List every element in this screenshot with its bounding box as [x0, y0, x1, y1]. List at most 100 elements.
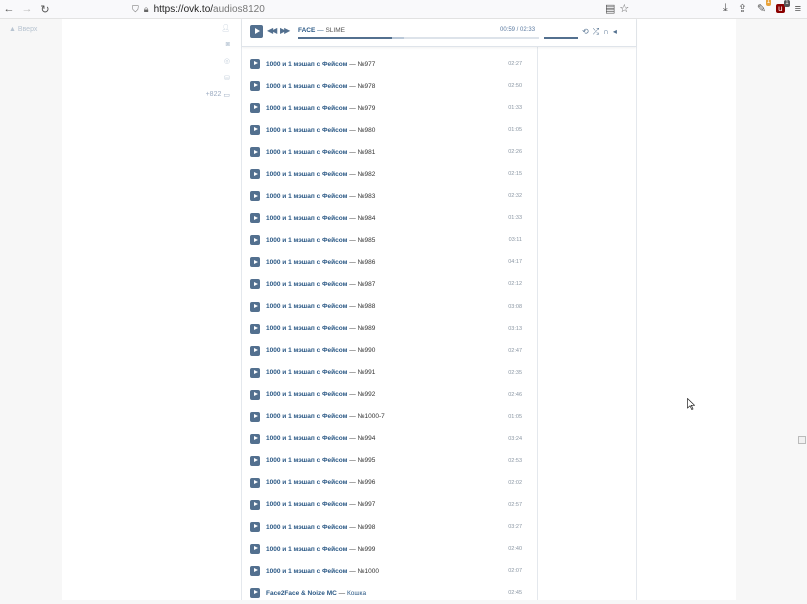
track-artist[interactable]: 1000 и 1 мэшап с Фейсом	[266, 369, 347, 376]
track-play-button[interactable]	[250, 345, 260, 356]
track-play-button[interactable]	[250, 169, 260, 180]
track-row[interactable]: 1000 и 1 мэшап с Фейсом — №979 01:33	[250, 97, 526, 119]
track-play-button[interactable]	[250, 235, 260, 246]
track-artist[interactable]: 1000 и 1 мэшап с Фейсом	[266, 524, 347, 531]
next-track-icon[interactable]: ▶▶	[280, 26, 290, 35]
track-artist[interactable]: 1000 и 1 мэшап с Фейсом	[266, 105, 347, 112]
friends-icon[interactable]: ⛁	[224, 74, 230, 82]
camera-icon[interactable]: ◙	[226, 41, 230, 48]
track-play-button[interactable]	[250, 323, 260, 334]
track-row[interactable]: 1000 и 1 мэшап с Фейсом — №997 02:57	[250, 494, 526, 516]
reload-icon[interactable]: ↻	[36, 3, 54, 16]
track-artist[interactable]: 1000 и 1 мэшап с Фейсом	[266, 568, 347, 575]
volume-slider[interactable]	[544, 37, 578, 39]
track-play-button[interactable]	[250, 455, 260, 466]
track-play-button[interactable]	[250, 257, 260, 268]
share-icon[interactable]: ⇪	[738, 2, 747, 15]
track-play-button[interactable]	[250, 125, 260, 136]
track-artist[interactable]: 1000 и 1 мэшап с Фейсом	[266, 193, 347, 200]
repeat-icon[interactable]: ⟲	[582, 27, 589, 37]
track-play-button[interactable]	[250, 477, 260, 488]
track-play-button[interactable]	[250, 522, 260, 532]
track-row[interactable]: 1000 и 1 мэшап с Фейсом — №986 04:17	[250, 251, 526, 273]
track-play-button[interactable]	[250, 566, 260, 577]
track-artist[interactable]: 1000 и 1 мэшап с Фейсом	[266, 303, 347, 310]
track-row[interactable]: 1000 и 1 мэшап с Фейсом — №985 03:11	[250, 229, 526, 251]
menu-icon[interactable]: ≡	[795, 3, 801, 15]
track-row[interactable]: 1000 и 1 мэшап с Фейсом — №989 03:13	[250, 318, 526, 340]
lock-icon[interactable]: 🔒︎	[144, 4, 149, 15]
track-artist[interactable]: 1000 и 1 мэшап с Фейсом	[266, 83, 347, 90]
track-row[interactable]: 1000 и 1 мэшап с Фейсом — №1000 02:07	[250, 560, 526, 582]
extension-icon[interactable]: ✎ 1	[757, 0, 772, 15]
track-artist[interactable]: 1000 и 1 мэшап с Фейсом	[266, 457, 347, 464]
track-play-button[interactable]	[250, 147, 260, 158]
track-artist[interactable]: 1000 и 1 мэшап с Фейсом	[266, 149, 347, 156]
track-artist[interactable]: 1000 и 1 мэшап с Фейсом	[266, 413, 347, 420]
track-artist[interactable]: 1000 и 1 мэшап с Фейсом	[266, 259, 347, 266]
track-row[interactable]: 1000 и 1 мэшап с Фейсом — №988 03:08	[250, 296, 526, 318]
track-play-button[interactable]	[250, 103, 260, 114]
track-play-button[interactable]	[250, 544, 260, 555]
track-artist[interactable]: 1000 и 1 мэшап с Фейсом	[266, 171, 347, 178]
track-row[interactable]: 1000 и 1 мэшап с Фейсом — №996 02:02	[250, 472, 526, 494]
address-bar[interactable]: ⛉ 🔒︎ https://ovk.to/audios8120	[132, 4, 265, 15]
track-row[interactable]: 1000 и 1 мэшап с Фейсом — №992 02:46	[250, 384, 526, 406]
player-play-button[interactable]	[250, 25, 263, 38]
track-artist[interactable]: 1000 и 1 мэшап с Фейсом	[266, 215, 347, 222]
downloads-icon[interactable]: ⤓	[723, 2, 728, 15]
track-play-button[interactable]	[250, 499, 260, 510]
bookmark-star-icon[interactable]: ☆	[619, 2, 629, 15]
shuffle-icon[interactable]: ⤮	[593, 27, 599, 37]
track-row[interactable]: 1000 и 1 мэшап с Фейсом — №995 02:53	[250, 450, 526, 472]
reader-view-icon[interactable]: ▤	[605, 2, 615, 15]
previous-track-icon[interactable]: ◀◀	[267, 26, 277, 35]
track-row[interactable]: 1000 и 1 мэшап с Фейсом — №984 01:33	[250, 207, 526, 229]
track-row[interactable]: 1000 и 1 мэшап с Фейсом — №980 01:05	[250, 119, 526, 141]
track-artist[interactable]: Face2Face & Noize MC	[266, 590, 337, 597]
track-row[interactable]: 1000 и 1 мэшап с Фейсом — №977 02:27	[250, 53, 526, 75]
track-play-button[interactable]	[250, 411, 260, 422]
shield-icon[interactable]: ⛉	[132, 4, 139, 15]
track-artist[interactable]: 1000 и 1 мэшап с Фейсом	[266, 501, 347, 508]
scrollbar-thumb[interactable]	[798, 436, 806, 444]
track-artist[interactable]: 1000 и 1 мэшап с Фейсом	[266, 281, 347, 288]
track-title[interactable]: Кошка	[347, 590, 366, 597]
track-artist[interactable]: 1000 и 1 мэшап с Фейсом	[266, 61, 347, 68]
back-to-top-link[interactable]: ▲ Вверх	[9, 26, 37, 33]
track-play-button[interactable]	[250, 588, 260, 599]
track-artist[interactable]: 1000 и 1 мэшап с Фейсом	[266, 435, 347, 442]
track-play-button[interactable]	[250, 389, 260, 400]
track-artist[interactable]: 1000 и 1 мэшап с Фейсом	[266, 127, 347, 134]
user-icon[interactable]: 👤︎	[221, 24, 230, 32]
track-play-button[interactable]	[250, 279, 260, 290]
track-play-button[interactable]	[250, 301, 260, 312]
track-row[interactable]: 1000 и 1 мэшап с Фейсом — №990 02:47	[250, 340, 526, 362]
headphones-icon[interactable]: ∩	[603, 27, 609, 37]
track-row[interactable]: 1000 и 1 мэшап с Фейсом — №982 02:15	[250, 163, 526, 185]
track-row[interactable]: 1000 и 1 мэшап с Фейсом — №983 02:32	[250, 185, 526, 207]
video-icon[interactable]: ◎	[224, 57, 230, 65]
track-artist[interactable]: 1000 и 1 мэшап с Фейсом	[266, 391, 347, 398]
track-row[interactable]: 1000 и 1 мэшап с Фейсом — №987 02:12	[250, 273, 526, 295]
track-row[interactable]: 1000 и 1 мэшап с Фейсом — №998 03:27	[250, 516, 526, 538]
track-play-button[interactable]	[250, 81, 260, 92]
track-row[interactable]: 1000 и 1 мэшап с Фейсом — №1000-7 01:05	[250, 406, 526, 428]
track-play-button[interactable]	[250, 433, 260, 444]
track-artist[interactable]: 1000 и 1 мэшап с Фейсом	[266, 325, 347, 332]
track-play-button[interactable]	[250, 367, 260, 378]
track-row[interactable]: 1000 и 1 мэшап с Фейсом — №981 02:26	[250, 141, 526, 163]
track-artist[interactable]: 1000 и 1 мэшап с Фейсом	[266, 347, 347, 354]
messages-counter[interactable]: +822 ▭	[206, 91, 230, 99]
track-artist[interactable]: 1000 и 1 мэшап с Фейсом	[266, 237, 347, 244]
track-row[interactable]: Face2Face & Noize MC — Кошка 02:45	[250, 582, 526, 604]
track-artist[interactable]: 1000 и 1 мэшап с Фейсом	[266, 546, 347, 553]
track-play-button[interactable]	[250, 213, 260, 224]
ublock-icon[interactable]: u1	[776, 0, 790, 13]
progress-bar[interactable]	[298, 37, 539, 39]
broadcast-icon[interactable]: ◂	[613, 27, 617, 37]
forward-arrow-icon[interactable]: →	[18, 3, 36, 15]
track-play-button[interactable]	[250, 191, 260, 202]
track-row[interactable]: 1000 и 1 мэшап с Фейсом — №978 02:50	[250, 75, 526, 97]
track-artist[interactable]: 1000 и 1 мэшап с Фейсом	[266, 479, 347, 486]
